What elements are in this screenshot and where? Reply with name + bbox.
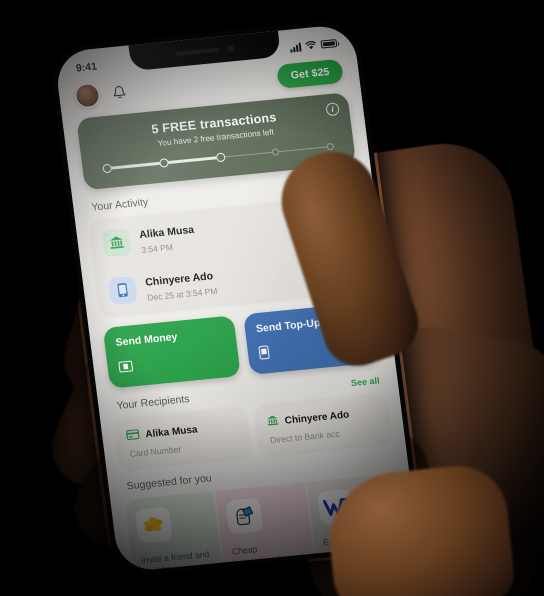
activity-name: Alika Musa [138,223,195,242]
recipient-name: Chinyere Ado [284,409,350,427]
scene: 9:41 Get $25 i 5 FREE transactions You h… [0,0,544,596]
top-bar-left [74,80,129,109]
send-topup-button[interactable]: Send Top-Up [243,301,382,375]
send-money-label: Send Money [114,330,179,349]
status-badge: In progress [316,268,360,283]
recipients-title: Your Recipients [115,393,191,413]
mobile-phone-icon [107,275,138,305]
wifi-icon [305,41,317,50]
activity-meta: $1000.99 Sent [305,207,354,235]
send-topup-label: Send Top-Up [255,316,322,336]
w-logo-icon [316,488,355,526]
suggested-title: Suggested for you [126,472,213,493]
activity-title: Your Activity [90,196,149,214]
activity-meta: $20.00 In progress [315,255,360,283]
info-icon[interactable]: i [325,102,340,117]
step-bar-3 [224,151,273,158]
step-bar-2 [168,156,216,164]
money-bill-icon [118,349,229,377]
step-dot-5 [326,142,335,151]
list-item[interactable]: Invite a friend and get $25 [124,491,227,573]
signal-bars-icon [289,42,302,53]
mobile-topup-icon [258,335,369,364]
activity-name: Chinyere Ado [144,270,214,289]
step-bar-1 [111,162,160,170]
step-dot-1 [102,163,113,174]
status-badge: Sent [335,221,354,233]
step-dot-2 [158,158,169,168]
step-dot-3 [215,152,226,163]
bell-icon[interactable] [110,83,128,101]
avatar[interactable] [74,82,101,109]
status-icons [289,38,338,53]
recipients-see-all[interactable]: See all [350,375,380,388]
coins-icon [134,506,173,544]
recipient-name: Alika Musa [144,423,199,440]
bank-icon [266,412,280,431]
send-money-button[interactable]: Send Money [102,315,241,389]
battery-icon [320,39,338,49]
activity-text: Chinyere Ado Dec 25 at 3:54 PM [144,256,318,302]
activity-see-all[interactable]: See all [325,177,355,190]
phone-device: 9:41 Get $25 i 5 FREE transactions You h… [45,15,427,582]
card-icon [125,426,140,445]
step-bar-4 [279,146,327,153]
app-content: Get $25 i 5 FREE transactions You have 2… [58,53,419,573]
bank-icon [101,227,132,258]
activity-text: Alika Musa 3:54 PM [138,209,308,255]
get-25-button[interactable]: Get $25 [276,58,344,89]
status-time: 9:41 [75,60,98,75]
hand-phone-icon [225,497,264,535]
